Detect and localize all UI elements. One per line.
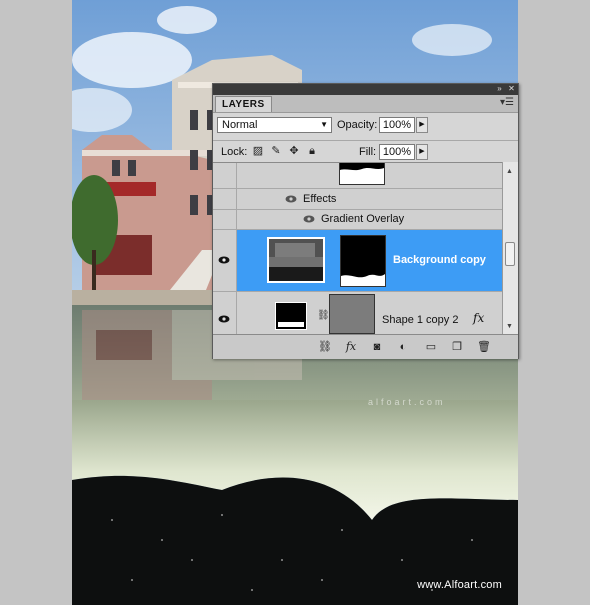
tab-layers[interactable]: LAYERS [215, 96, 272, 112]
close-icon[interactable]: ✕ [507, 85, 516, 93]
layer-row-partial[interactable] [213, 163, 502, 189]
blend-opacity-row: Normal ▼ Opacity: 100% ▶ [213, 114, 518, 138]
eye-icon[interactable] [218, 256, 230, 264]
mask-shape [341, 274, 385, 286]
lock-image-icon[interactable]: ✎ [270, 145, 282, 157]
panel-titlebar[interactable]: » ✕ [213, 84, 518, 95]
scrollbar-thumb[interactable] [505, 242, 515, 266]
scroll-up-icon[interactable]: ▲ [506, 168, 513, 175]
visibility-column [213, 210, 237, 229]
site-watermark: www.Alfoart.com [417, 579, 502, 591]
blend-mode-value: Normal [222, 119, 258, 131]
visibility-column [213, 292, 237, 335]
opacity-slider-button[interactable]: ▶ [416, 117, 428, 133]
reflection-watermark: alfoart.com [368, 397, 446, 407]
scroll-down-icon[interactable]: ▼ [506, 323, 513, 330]
layer-list[interactable]: Effects Gradient Overlay Background copy… [213, 162, 502, 335]
visibility-column [213, 189, 237, 209]
layer-name[interactable]: Shape 1 copy 2 [382, 314, 458, 326]
layer-list-scrollbar[interactable]: ▲ ▼ [502, 162, 518, 334]
lock-label: Lock: [221, 146, 248, 158]
layer-thumbnail[interactable] [267, 237, 325, 283]
fx-icon[interactable]: fx [473, 311, 484, 325]
new-layer-icon[interactable]: ❐ [450, 340, 464, 354]
layer-name[interactable]: Background copy [393, 254, 486, 266]
eye-icon[interactable] [303, 215, 315, 223]
gradient-overlay-label: Gradient Overlay [321, 213, 405, 225]
effects-label: Effects [303, 193, 337, 205]
layer-mask-thumbnail[interactable] [340, 235, 386, 287]
eye-icon[interactable] [218, 315, 230, 323]
fill-label: Fill: [359, 146, 377, 158]
add-mask-icon[interactable]: ◙ [370, 340, 384, 354]
layer-thumbnail-art [269, 239, 323, 281]
opacity-label: Opacity: [337, 119, 378, 131]
panel-bottom-toolbar: ⛓ fx ◙ ◐ ▭ ❐ 🗑︎ [213, 334, 518, 359]
collapse-icon[interactable]: » [495, 85, 504, 93]
adjustment-layer-icon[interactable]: ◐ [396, 340, 410, 354]
lock-transparency-icon[interactable]: ▨ [252, 145, 264, 157]
new-group-icon[interactable]: ▭ [424, 340, 438, 354]
mask-shape [340, 168, 384, 184]
effects-row[interactable]: Effects [213, 189, 502, 210]
lock-all-icon[interactable]: 🔒︎ [306, 145, 318, 157]
layer-row-background-copy[interactable]: Background copy [213, 230, 502, 292]
add-layer-style-icon[interactable]: fx [344, 340, 358, 354]
layer-mask-thumbnail[interactable] [339, 163, 385, 185]
fill-slider-button[interactable]: ▶ [416, 144, 428, 160]
visibility-column [213, 163, 237, 188]
layers-panel: » ✕ LAYERS ▾☰ Normal ▼ Opacity: 100% ▶ L… [212, 83, 519, 359]
blend-mode-select[interactable]: Normal ▼ [217, 117, 332, 133]
panel-menu-icon[interactable]: ▾☰ [500, 97, 514, 108]
panel-tab-row: LAYERS ▾☰ [213, 95, 518, 113]
lock-fill-row: Lock: ▨ ✎ ✥ 🔒︎ Fill: 100% ▶ [213, 140, 518, 163]
fill-input[interactable]: 100% [379, 144, 415, 160]
visibility-column [213, 230, 237, 291]
chevron-down-icon: ▼ [320, 120, 328, 129]
opacity-input[interactable]: 100% [379, 117, 415, 133]
shape-thumbnail-stripe [278, 322, 304, 327]
gradient-overlay-row[interactable]: Gradient Overlay [213, 210, 502, 230]
lock-position-icon[interactable]: ✥ [288, 145, 300, 157]
shape-thumbnail[interactable] [275, 302, 307, 330]
delete-layer-icon[interactable]: 🗑︎ [477, 340, 491, 354]
link-icon[interactable]: ⛓ [317, 310, 330, 321]
link-layers-icon[interactable]: ⛓ [318, 340, 332, 354]
eye-icon[interactable] [285, 195, 297, 203]
layer-row-shape-1-copy-2[interactable]: ⛓ Shape 1 copy 2 fx [213, 292, 502, 335]
vector-mask-thumbnail[interactable] [329, 294, 375, 334]
